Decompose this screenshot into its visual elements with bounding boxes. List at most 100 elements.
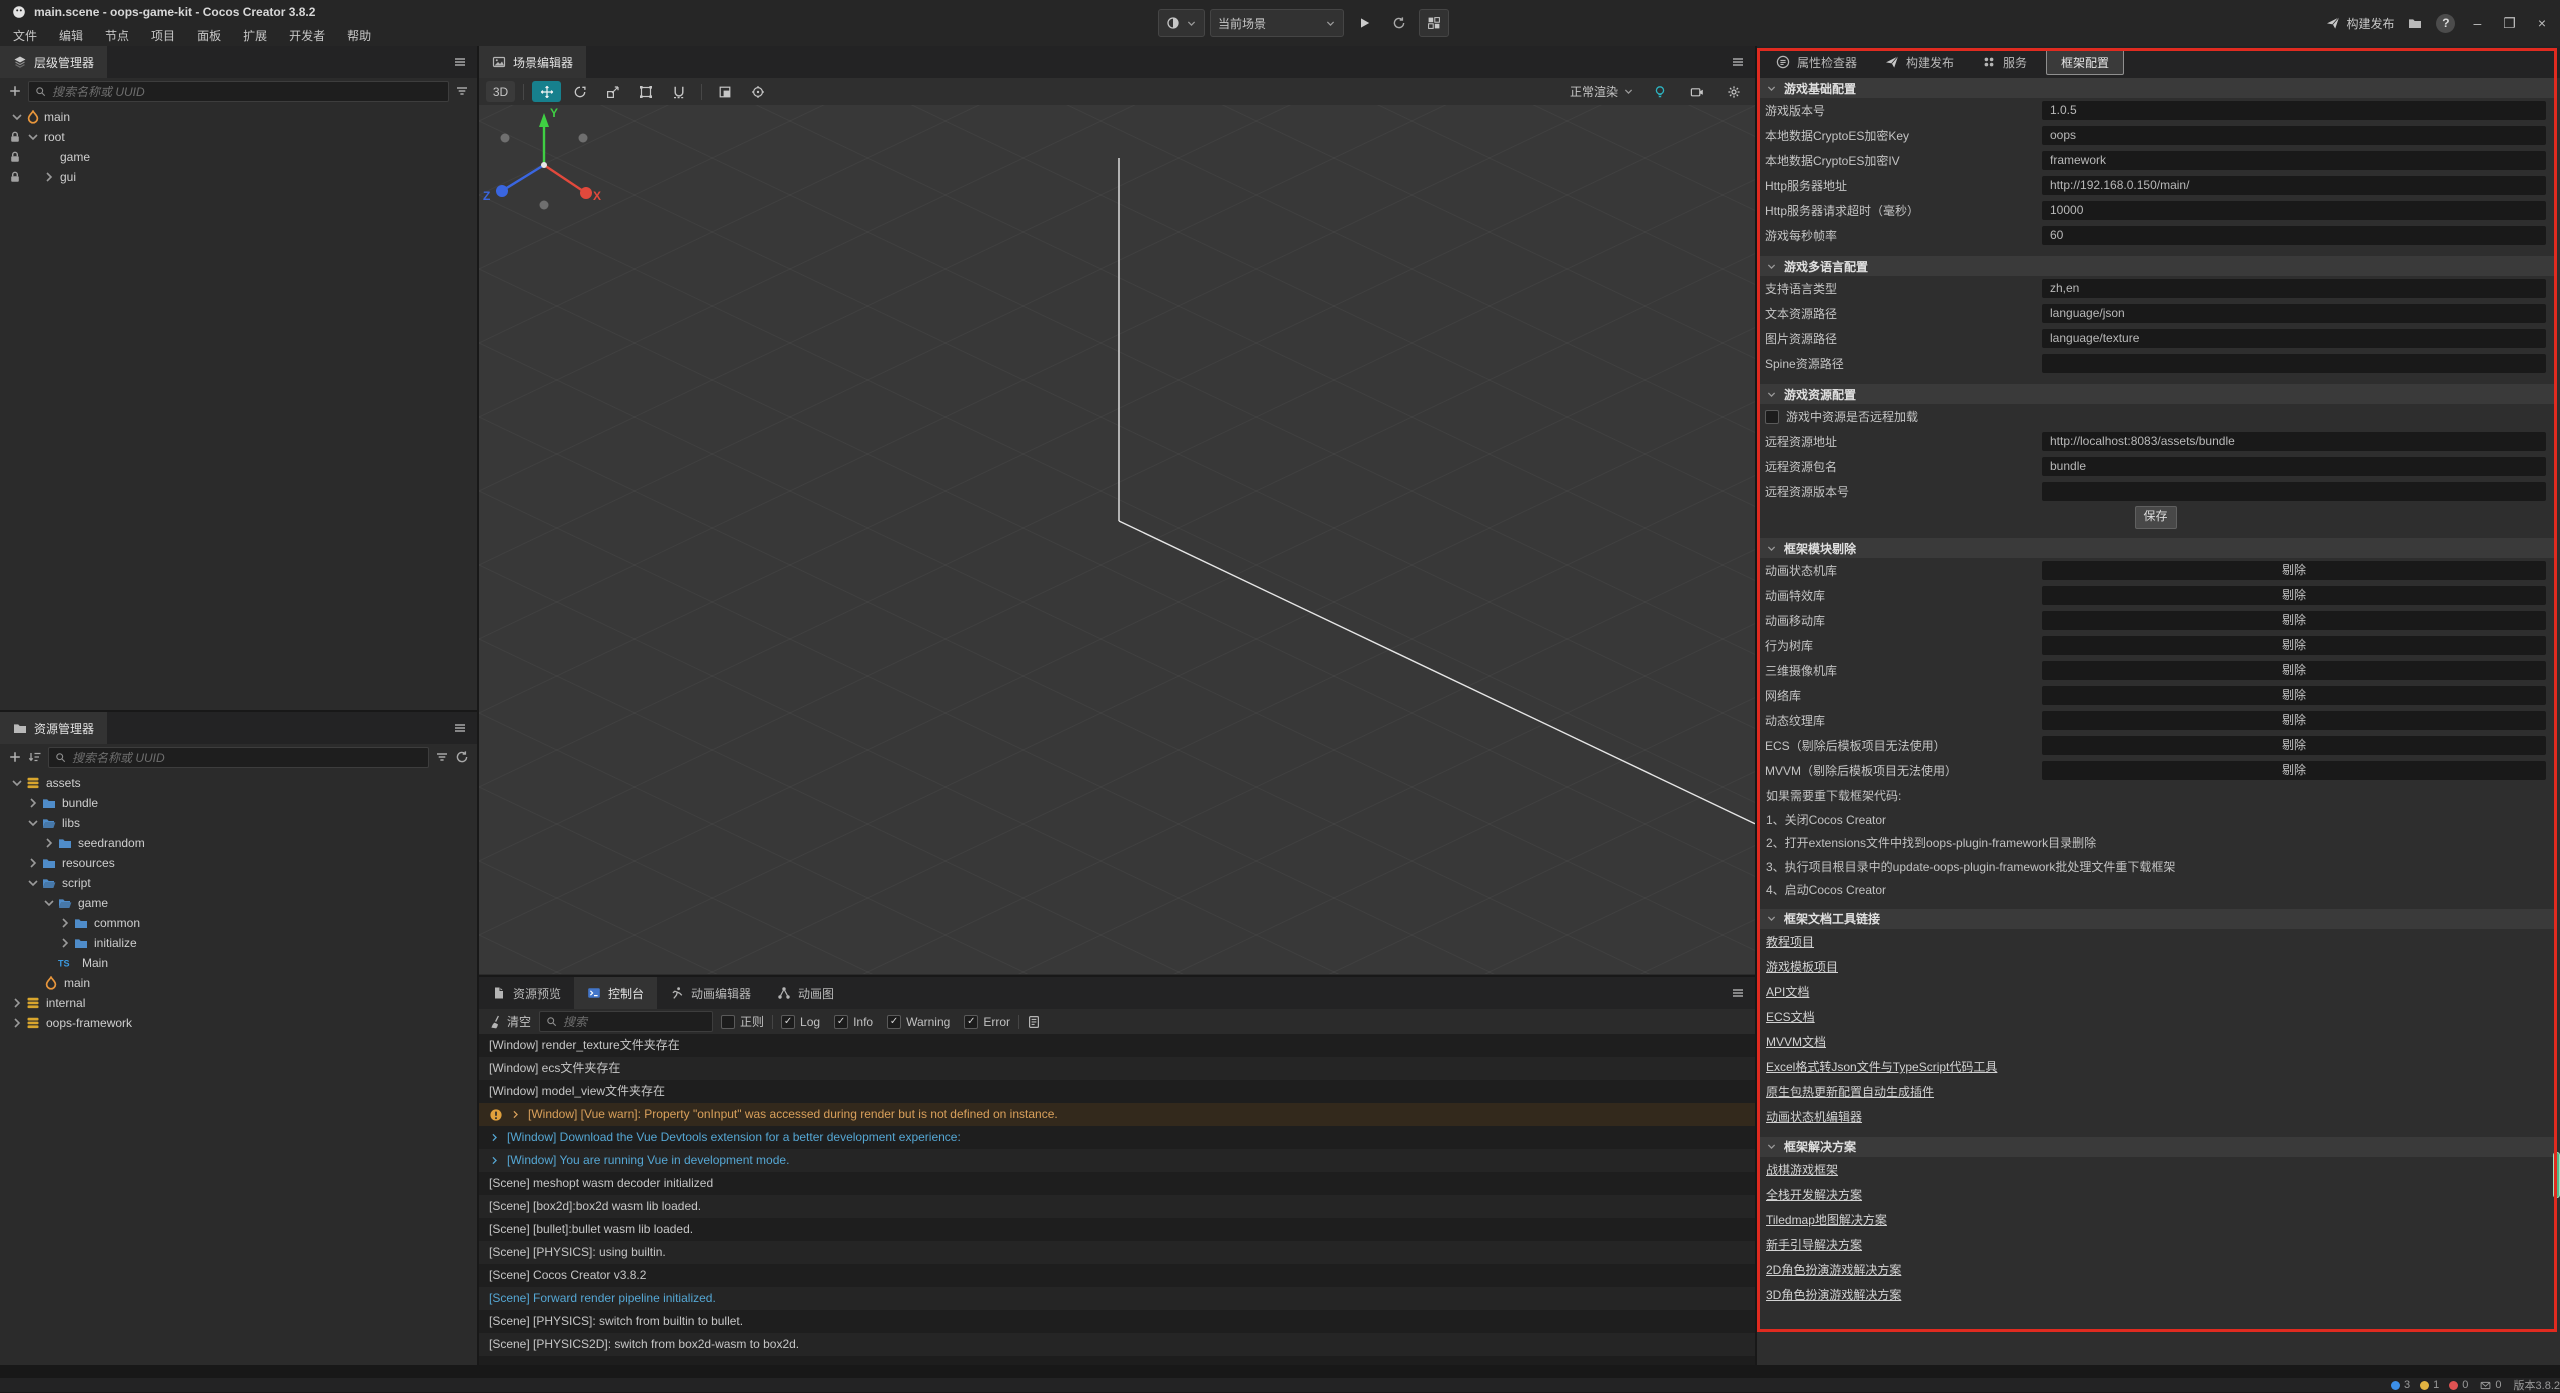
tab-assets[interactable]: 资源管理器 <box>0 712 107 744</box>
expand-arrow-icon[interactable] <box>26 856 40 870</box>
link-2D角色扮演游戏解决方案[interactable]: 2D角色扮演游戏解决方案 <box>1766 1261 1901 1278</box>
rotate-tool-button[interactable] <box>565 81 594 102</box>
expand-arrow-icon[interactable] <box>10 1016 24 1030</box>
tab-hierarchy[interactable]: 层级管理器 <box>0 46 107 78</box>
inspector-tab-框架配置[interactable]: 框架配置 <box>2046 49 2124 75</box>
log-file-button[interactable] <box>1027 1015 1041 1029</box>
create-node-button[interactable] <box>8 84 22 98</box>
menu-item-面板[interactable]: 面板 <box>186 27 232 44</box>
assets-item-Main[interactable]: TSMain <box>0 953 477 973</box>
field-input-图片资源路径[interactable]: language/texture <box>2042 329 2546 348</box>
status-counter-info[interactable]: 3 <box>2391 1379 2410 1391</box>
tab-scene-editor[interactable]: 场景编辑器 <box>479 46 586 78</box>
section-header-框架文档工具链接[interactable]: 框架文档工具链接 <box>1757 909 2554 929</box>
trim-button-动态纹理库[interactable]: 剔除 <box>2042 711 2546 730</box>
restart-button[interactable] <box>1384 9 1414 37</box>
assets-item-main[interactable]: main <box>0 973 477 993</box>
menu-item-文件[interactable]: 文件 <box>2 27 48 44</box>
assets-search-input[interactable]: 搜索名称或 UUID <box>48 747 429 768</box>
checkbox[interactable]: ✓ <box>834 1015 848 1029</box>
link-Excel格式转Json文件与TypeScript代码工具[interactable]: Excel格式转Json文件与TypeScript代码工具 <box>1766 1058 1997 1075</box>
status-counter-warning[interactable]: 1 <box>2420 1379 2439 1391</box>
layout-button[interactable] <box>1419 9 1449 37</box>
collapse-filter-button[interactable] <box>455 84 469 98</box>
expand-arrow-icon[interactable] <box>26 130 40 144</box>
console-log-row[interactable]: [Window] ecs文件夹存在 <box>479 1057 1755 1080</box>
menu-item-节点[interactable]: 节点 <box>94 27 140 44</box>
section-header-游戏资源配置[interactable]: 游戏资源配置 <box>1757 384 2554 404</box>
console-tab-控制台[interactable]: 控制台 <box>574 977 657 1009</box>
expand-arrow-icon[interactable] <box>26 796 40 810</box>
console-log-list[interactable]: [Window] render_texture文件夹存在[Window] ecs… <box>479 1034 1755 1365</box>
panel-menu-icon[interactable] <box>1731 55 1745 69</box>
console-log-row[interactable]: [Window] You are running Vue in developm… <box>479 1149 1755 1172</box>
message-counter[interactable]: 0 <box>2480 1379 2501 1391</box>
console-log-row[interactable]: [Scene] [PHYSICS]: switch from builtin t… <box>479 1310 1755 1333</box>
trim-button-动画移动库[interactable]: 剔除 <box>2042 611 2546 630</box>
sort-assets-button[interactable] <box>28 750 42 764</box>
status-counter-error[interactable]: 0 <box>2449 1379 2468 1391</box>
console-log-row[interactable]: [Scene] Cocos Creator v3.8.2 <box>479 1264 1755 1287</box>
section-header-游戏多语言配置[interactable]: 游戏多语言配置 <box>1757 256 2554 276</box>
expand-arrow-icon[interactable] <box>510 1109 521 1120</box>
help-button[interactable]: ? <box>2436 14 2455 33</box>
field-input-支持语言类型[interactable]: zh,en <box>2042 279 2546 298</box>
console-log-row[interactable]: [Window] Download the Vue Devtools exten… <box>479 1126 1755 1149</box>
console-log-row[interactable]: [Window] render_texture文件夹存在 <box>479 1034 1755 1057</box>
console-log-row[interactable]: [Scene] [bullet]:bullet wasm lib loaded. <box>479 1218 1755 1241</box>
field-input-Spine资源路径[interactable] <box>2042 354 2546 373</box>
expand-arrow-icon[interactable] <box>489 1132 500 1143</box>
panel-menu-icon[interactable] <box>1731 986 1745 1000</box>
link-Tiledmap地图解决方案[interactable]: Tiledmap地图解决方案 <box>1766 1211 1887 1228</box>
preview-device-select[interactable] <box>1158 9 1205 37</box>
panel-menu-icon[interactable] <box>453 55 467 69</box>
open-project-folder-button[interactable] <box>2408 16 2422 30</box>
hierarchy-search-input[interactable]: 搜索名称或 UUID <box>28 81 449 102</box>
ui-transform-tool-button[interactable] <box>664 81 693 102</box>
menu-item-项目[interactable]: 项目 <box>140 27 186 44</box>
move-tool-button[interactable] <box>532 81 561 102</box>
expand-arrow-icon[interactable] <box>10 996 24 1010</box>
expand-arrow-icon[interactable] <box>58 936 72 950</box>
build-publish-button[interactable]: 构建发布 <box>2326 15 2394 32</box>
coordinate-toggle-button[interactable] <box>743 81 772 102</box>
minimize-button[interactable]: – <box>2469 15 2485 31</box>
link-全栈开发解决方案[interactable]: 全栈开发解决方案 <box>1766 1186 1862 1203</box>
mode-3d-toggle[interactable]: 3D <box>486 81 515 102</box>
trim-button-三维摄像机库[interactable]: 剔除 <box>2042 661 2546 680</box>
link-战棋游戏框架[interactable]: 战棋游戏框架 <box>1766 1161 1838 1178</box>
scale-tool-button[interactable] <box>598 81 627 102</box>
checkbox[interactable]: ✓ <box>887 1015 901 1029</box>
assets-item-internal[interactable]: internal <box>0 993 477 1013</box>
scene-viewport[interactable]: X Y Z <box>479 105 1755 974</box>
checkbox[interactable]: ✓ <box>964 1015 978 1029</box>
field-input-Http服务器请求超时（毫秒）[interactable]: 10000 <box>2042 201 2546 220</box>
link-3D角色扮演游戏解决方案[interactable]: 3D角色扮演游戏解决方案 <box>1766 1286 1901 1303</box>
section-header-框架模块剔除[interactable]: 框架模块剔除 <box>1757 538 2554 558</box>
rect-tool-button[interactable] <box>631 81 660 102</box>
link-MVVM文档[interactable]: MVVM文档 <box>1766 1033 1826 1050</box>
scene-camera-button[interactable] <box>1682 81 1711 102</box>
field-input-远程资源地址[interactable]: http://localhost:8083/assets/bundle <box>2042 432 2546 451</box>
render-mode-select[interactable]: 正常渲染 <box>1567 81 1637 102</box>
link-API文档[interactable]: API文档 <box>1766 983 1809 1000</box>
expand-arrow-icon[interactable] <box>42 170 56 184</box>
checkbox[interactable]: ✓ <box>781 1015 795 1029</box>
clear-console-button[interactable]: 清空 <box>489 1013 531 1030</box>
save-button[interactable]: 保存 <box>2135 506 2177 529</box>
menu-item-帮助[interactable]: 帮助 <box>336 27 382 44</box>
console-tab-资源预览[interactable]: 资源预览 <box>479 977 574 1009</box>
assets-item-seedrandom[interactable]: seedrandom <box>0 833 477 853</box>
field-input-文本资源路径[interactable]: language/json <box>2042 304 2546 323</box>
expand-arrow-icon[interactable] <box>58 916 72 930</box>
preview-scene-select[interactable]: 当前场景 <box>1210 9 1344 37</box>
trim-button-行为树库[interactable]: 剔除 <box>2042 636 2546 655</box>
field-input-远程资源版本号[interactable] <box>2042 482 2546 501</box>
menu-item-编辑[interactable]: 编辑 <box>48 27 94 44</box>
field-input-本地数据CryptoES加密IV[interactable]: framework <box>2042 151 2546 170</box>
assets-item-libs[interactable]: libs <box>0 813 477 833</box>
expand-arrow-icon[interactable] <box>42 836 56 850</box>
assets-item-game[interactable]: game <box>0 893 477 913</box>
remote-load-checkbox-row[interactable]: 游戏中资源是否远程加载 <box>1757 404 2554 429</box>
assets-item-bundle[interactable]: bundle <box>0 793 477 813</box>
